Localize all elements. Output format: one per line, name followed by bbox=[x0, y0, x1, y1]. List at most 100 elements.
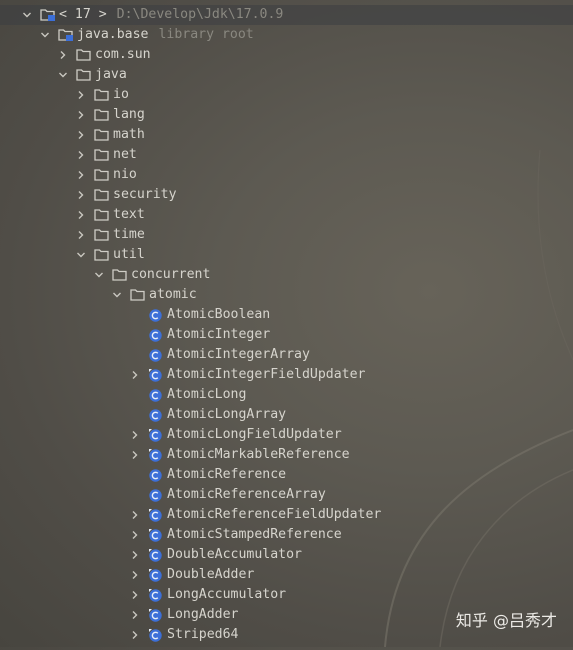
tree-node-package[interactable]: security bbox=[0, 185, 573, 205]
folder-icon bbox=[112, 268, 127, 282]
class-icon bbox=[148, 328, 163, 342]
chevron-down-icon[interactable] bbox=[20, 5, 34, 25]
class-name-label: AtomicBoolean bbox=[167, 307, 271, 322]
chevron-down-icon[interactable] bbox=[92, 265, 106, 285]
chevron-right-icon[interactable] bbox=[74, 185, 88, 205]
tree-node-package[interactable]: concurrent bbox=[0, 265, 573, 285]
chevron-right-icon[interactable] bbox=[74, 85, 88, 105]
tree-node-class[interactable]: LongAccumulator bbox=[0, 585, 573, 605]
chevron-right-icon[interactable] bbox=[128, 605, 142, 625]
chevron-right-icon[interactable] bbox=[128, 545, 142, 565]
tree-node-class[interactable]: AtomicReferenceArray bbox=[0, 485, 573, 505]
tree-node-class[interactable]: AtomicInteger bbox=[0, 325, 573, 345]
chevron-right-icon[interactable] bbox=[74, 225, 88, 245]
folder-icon bbox=[94, 148, 109, 162]
class-name-label: Striped64 bbox=[167, 627, 239, 642]
class-icon bbox=[148, 548, 163, 562]
chevron-right-icon[interactable] bbox=[128, 625, 142, 645]
class-name-label: DoubleAccumulator bbox=[167, 547, 302, 562]
chevron-right-icon[interactable] bbox=[128, 585, 142, 605]
tree-node-label: nio bbox=[113, 167, 137, 182]
class-name-label: LongAccumulator bbox=[167, 587, 287, 602]
tree-node-class[interactable]: AtomicReferenceFieldUpdater bbox=[0, 505, 573, 525]
tree-node-package[interactable]: java bbox=[0, 65, 573, 85]
class-icon bbox=[148, 628, 163, 642]
folder-icon bbox=[94, 128, 109, 142]
tree-node-label: math bbox=[113, 127, 145, 142]
chevron-right-icon[interactable] bbox=[74, 205, 88, 225]
chevron-right-icon[interactable] bbox=[74, 125, 88, 145]
chevron-right-icon[interactable] bbox=[56, 45, 70, 65]
tree-node-label: time bbox=[113, 227, 145, 242]
tree-node-class[interactable]: AtomicLong bbox=[0, 385, 573, 405]
library-root-hint: library root bbox=[158, 27, 254, 42]
chevron-right-icon[interactable] bbox=[128, 505, 142, 525]
class-name-label: AtomicMarkableReference bbox=[167, 447, 350, 462]
tree-node-class[interactable]: AtomicStampedReference bbox=[0, 525, 573, 545]
folder-icon bbox=[94, 248, 109, 262]
chevron-down-icon[interactable] bbox=[56, 65, 70, 85]
tree-node-class[interactable]: AtomicIntegerArray bbox=[0, 345, 573, 365]
tree-node-class[interactable]: AtomicReference bbox=[0, 465, 573, 485]
class-name-label: AtomicInteger bbox=[167, 327, 271, 342]
class-icon bbox=[148, 608, 163, 622]
chevron-right-icon[interactable] bbox=[128, 365, 142, 385]
tree-node-class[interactable]: AtomicLongFieldUpdater bbox=[0, 425, 573, 445]
tree-node-package[interactable]: time bbox=[0, 225, 573, 245]
tree-node-label: security bbox=[113, 187, 177, 202]
chevron-down-icon[interactable] bbox=[74, 245, 88, 265]
tree-node-package[interactable]: util bbox=[0, 245, 573, 265]
tree-node-class[interactable]: AtomicLongArray bbox=[0, 405, 573, 425]
tree-node-package[interactable]: lang bbox=[0, 105, 573, 125]
class-name-label: AtomicStampedReference bbox=[167, 527, 342, 542]
class-icon bbox=[148, 588, 163, 602]
tree-node-package[interactable]: text bbox=[0, 205, 573, 225]
tree-node-class[interactable]: AtomicMarkableReference bbox=[0, 445, 573, 465]
tree-node-label: util bbox=[113, 247, 145, 262]
watermark: 知乎 @吕秀才 bbox=[455, 611, 557, 630]
chevron-right-icon[interactable] bbox=[128, 525, 142, 545]
tree-node-label: lang bbox=[113, 107, 145, 122]
folder-icon bbox=[94, 208, 109, 222]
tree-node-class[interactable]: DoubleAdder bbox=[0, 565, 573, 585]
class-name-label: AtomicLongFieldUpdater bbox=[167, 427, 342, 442]
tree-node-package[interactable]: nio bbox=[0, 165, 573, 185]
tree-node-package[interactable]: com.sun bbox=[0, 45, 573, 65]
class-name-label: AtomicIntegerFieldUpdater bbox=[167, 367, 366, 382]
chevron-right-icon[interactable] bbox=[74, 165, 88, 185]
class-name-label: AtomicIntegerArray bbox=[167, 347, 310, 362]
chevron-right-icon[interactable] bbox=[74, 105, 88, 125]
chevron-down-icon[interactable] bbox=[110, 285, 124, 305]
tree-node-package[interactable]: math bbox=[0, 125, 573, 145]
tree-node-package[interactable]: net bbox=[0, 145, 573, 165]
tree-node-class[interactable]: AtomicBoolean bbox=[0, 305, 573, 325]
tree-node-class[interactable]: AtomicIntegerFieldUpdater bbox=[0, 365, 573, 385]
class-name-label: AtomicReferenceArray bbox=[167, 487, 326, 502]
chevron-right-icon[interactable] bbox=[128, 425, 142, 445]
tree-node-label: java bbox=[95, 67, 127, 82]
chevron-right-icon[interactable] bbox=[128, 445, 142, 465]
tree-root-jdk[interactable]: < 17 > D:\Develop\Jdk\17.0.9 bbox=[0, 5, 573, 25]
jdk-path-hint: D:\Develop\Jdk\17.0.9 bbox=[116, 7, 284, 22]
tree-node-class[interactable]: DoubleAccumulator bbox=[0, 545, 573, 565]
chevron-right-icon[interactable] bbox=[74, 145, 88, 165]
tree-node-module[interactable]: java.base library root bbox=[0, 25, 573, 45]
folder-icon bbox=[76, 68, 91, 82]
class-name-label: AtomicLongArray bbox=[167, 407, 287, 422]
class-icon bbox=[148, 428, 163, 442]
folder-icon bbox=[94, 228, 109, 242]
class-icon bbox=[148, 488, 163, 502]
chevron-right-icon[interactable] bbox=[128, 565, 142, 585]
folder-icon bbox=[94, 188, 109, 202]
tree-node-package[interactable]: io bbox=[0, 85, 573, 105]
chevron-down-icon[interactable] bbox=[38, 25, 52, 45]
folder-icon bbox=[76, 48, 91, 62]
project-tree: < 17 > D:\Develop\Jdk\17.0.9 java.base libr… bbox=[0, 5, 573, 645]
folder-icon bbox=[94, 168, 109, 182]
class-icon bbox=[148, 528, 163, 542]
folder-icon bbox=[94, 88, 109, 102]
tree-node-package[interactable]: atomic bbox=[0, 285, 573, 305]
tree-node-label: atomic bbox=[149, 287, 197, 302]
class-icon bbox=[148, 568, 163, 582]
folder-icon bbox=[94, 108, 109, 122]
